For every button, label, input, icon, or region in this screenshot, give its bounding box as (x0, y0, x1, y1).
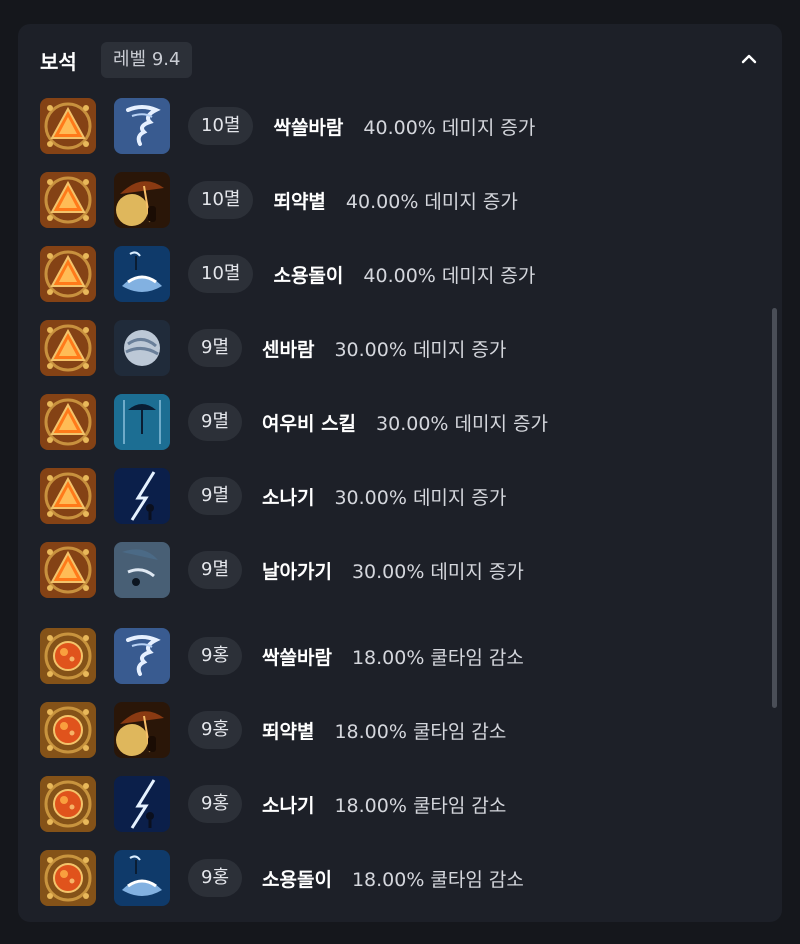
scrollbar[interactable] (772, 308, 777, 708)
tornado-skill-icon[interactable] (114, 628, 170, 684)
gem-row[interactable]: 10멸 뙤약볕 40.00% 데미지 증가 (18, 171, 782, 229)
gem-effect: 40.00% 데미지 증가 (363, 264, 536, 287)
gem-row[interactable]: 9멸 날아가기 30.00% 데미지 증가 (18, 541, 782, 599)
gem-row-text: 9멸 소나기 30.00% 데미지 증가 (188, 467, 506, 525)
damage-gem-icon[interactable] (40, 246, 96, 302)
gem-grade-badge: 9멸 (188, 477, 243, 515)
gem-effect: 30.00% 데미지 증가 (334, 486, 507, 509)
tornado-skill-icon[interactable] (114, 98, 170, 154)
gem-row[interactable]: 10멸 싹쓸바람 40.00% 데미지 증가 (18, 97, 782, 155)
gem-grade-badge: 9홍 (188, 637, 243, 675)
gem-row-text: 9홍 싹쓸바람 18.00% 쿨타임 감소 (188, 627, 524, 685)
gem-row[interactable]: 9홍 싹쓸바람 18.00% 쿨타임 감소 (18, 627, 782, 685)
gem-grade-badge: 9홍 (188, 711, 243, 749)
gem-effect: 40.00% 데미지 증가 (345, 190, 518, 213)
cooldown-gem-icon[interactable] (40, 776, 96, 832)
damage-gem-icon[interactable] (40, 468, 96, 524)
skill-name: 날아가기 (262, 560, 332, 583)
gem-row-text: 9홍 뙤약볕 18.00% 쿨타임 감소 (188, 701, 506, 759)
gem-row[interactable]: 9홍 뙤약볕 18.00% 쿨타임 감소 (18, 701, 782, 759)
skill-name: 여우비 스킬 (262, 412, 357, 435)
gem-row[interactable]: 9홍 소나기 18.00% 쿨타임 감소 (18, 775, 782, 833)
skill-name: 뙤약볕 (273, 190, 326, 213)
gem-row-text: 9홍 소용돌이 18.00% 쿨타임 감소 (188, 849, 524, 907)
whirlpool-skill-icon[interactable] (114, 850, 170, 906)
skill-name: 센바람 (262, 338, 315, 361)
cooldown-gem-icon[interactable] (40, 850, 96, 906)
wind-skill-icon[interactable] (114, 320, 170, 376)
skill-name: 소나기 (262, 486, 315, 509)
sun-parasol-skill-icon[interactable] (114, 172, 170, 228)
shower-skill-icon[interactable] (114, 468, 170, 524)
gem-grade-badge: 9멸 (188, 403, 243, 441)
gem-row-text: 9멸 날아가기 30.00% 데미지 증가 (188, 541, 524, 599)
damage-gem-icon[interactable] (40, 98, 96, 154)
sun-parasol-skill-icon[interactable] (114, 702, 170, 758)
gem-effect: 30.00% 데미지 증가 (334, 338, 507, 361)
gem-effect: 30.00% 데미지 증가 (376, 412, 548, 435)
damage-gem-icon[interactable] (40, 172, 96, 228)
gem-panel: 보석 레벨 9.4 10멸 싹쓸바람 40.00% 데미지 증가 10멸 뙤약볕… (18, 24, 782, 922)
cooldown-gem-icon[interactable] (40, 702, 96, 758)
gem-grade-badge: 9멸 (188, 329, 243, 367)
gem-effect: 18.00% 쿨타임 감소 (351, 646, 524, 669)
gem-grade-badge: 10멸 (188, 255, 254, 293)
fly-skill-icon[interactable] (114, 542, 170, 598)
gem-row[interactable]: 9멸 센바람 30.00% 데미지 증가 (18, 319, 782, 377)
gem-grade-badge: 9멸 (188, 551, 243, 589)
gem-effect: 18.00% 쿨타임 감소 (334, 794, 507, 817)
skill-name: 싹쓸바람 (273, 116, 344, 139)
gem-grade-badge: 9홍 (188, 785, 243, 823)
gem-row-text: 9멸 여우비 스킬 30.00% 데미지 증가 (188, 393, 548, 451)
gem-row-text: 9홍 소나기 18.00% 쿨타임 감소 (188, 775, 506, 833)
gem-effect: 40.00% 데미지 증가 (363, 116, 536, 139)
skill-name: 뙤약볕 (262, 720, 315, 743)
rain-umbrella-skill-icon[interactable] (114, 394, 170, 450)
gem-row-text: 10멸 싹쓸바람 40.00% 데미지 증가 (188, 97, 535, 155)
skill-name: 소용돌이 (273, 264, 344, 287)
gem-list: 10멸 싹쓸바람 40.00% 데미지 증가 10멸 뙤약볕 40.00% 데미지 증가 (18, 24, 782, 922)
gem-grade-badge: 10멸 (188, 181, 254, 219)
whirlpool-skill-icon[interactable] (114, 246, 170, 302)
gem-row[interactable]: 9멸 소나기 30.00% 데미지 증가 (18, 467, 782, 525)
shower-skill-icon[interactable] (114, 776, 170, 832)
gem-row[interactable]: 9홍 소용돌이 18.00% 쿨타임 감소 (18, 849, 782, 907)
damage-gem-icon[interactable] (40, 394, 96, 450)
gem-row[interactable]: 10멸 소용돌이 40.00% 데미지 증가 (18, 245, 782, 303)
gem-grade-badge: 10멸 (188, 107, 254, 145)
gem-effect: 30.00% 데미지 증가 (351, 560, 524, 583)
gem-effect: 18.00% 쿨타임 감소 (334, 720, 507, 743)
gem-grade-badge: 9홍 (188, 859, 243, 897)
cooldown-gem-icon[interactable] (40, 628, 96, 684)
skill-name: 싹쓸바람 (262, 646, 332, 669)
gem-row-text: 10멸 소용돌이 40.00% 데미지 증가 (188, 245, 535, 303)
damage-gem-icon[interactable] (40, 542, 96, 598)
gem-effect: 18.00% 쿨타임 감소 (351, 868, 524, 891)
skill-name: 소용돌이 (262, 868, 332, 891)
gem-row-text: 10멸 뙤약볕 40.00% 데미지 증가 (188, 171, 518, 229)
skill-name: 소나기 (262, 794, 315, 817)
gem-row-text: 9멸 센바람 30.00% 데미지 증가 (188, 319, 506, 377)
gem-row[interactable]: 9멸 여우비 스킬 30.00% 데미지 증가 (18, 393, 782, 451)
damage-gem-icon[interactable] (40, 320, 96, 376)
